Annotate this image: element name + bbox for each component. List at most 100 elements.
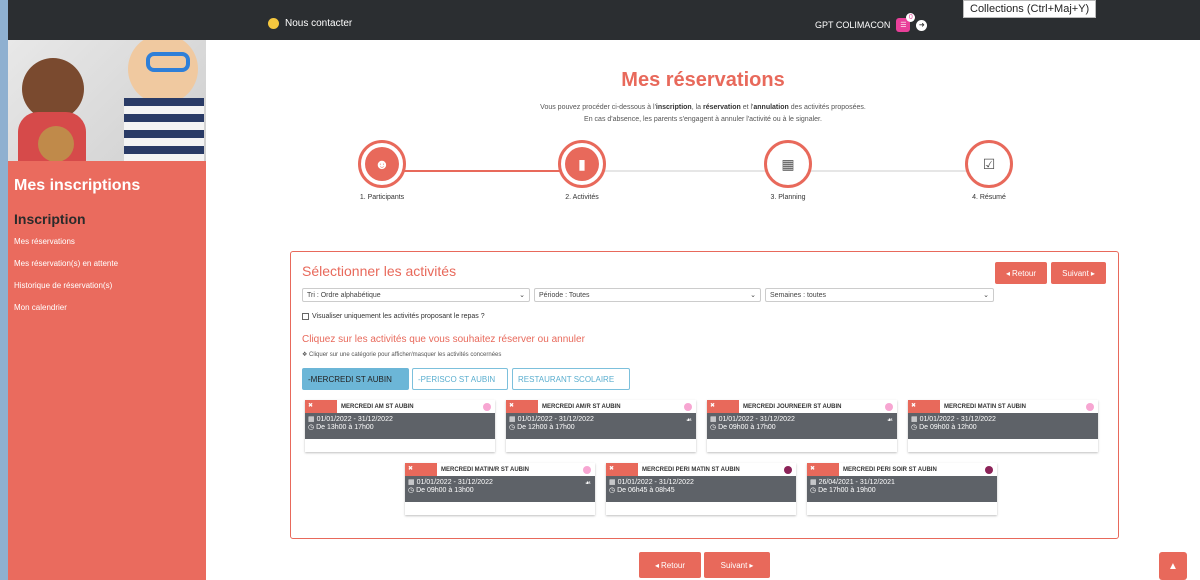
category-perisco[interactable]: -PERISCO ST AUBIN <box>412 368 508 390</box>
sort-select[interactable]: Tri : Ordre alphabétique ⌄ <box>302 288 530 302</box>
cart-icon[interactable]: ☰ 0 <box>896 13 916 32</box>
activity-name: MERCREDI AM/R ST AUBIN <box>542 403 621 410</box>
status-icon: ✖ <box>807 463 839 476</box>
check-square-icon: ☑ <box>972 147 1006 181</box>
checkbox-icon <box>302 313 309 320</box>
status-icon: ✖ <box>908 400 940 413</box>
intro-line-2: En cas d'absence, les parents s'engagent… <box>584 116 822 123</box>
activity-dates: ▦ 01/01/2022 - 31/12/2022 <box>609 479 694 486</box>
activity-dates: ▦ 26/04/2021 - 31/12/2021 <box>810 479 895 486</box>
status-icon: ✖ <box>305 400 337 413</box>
step-planning[interactable]: ▦ 3. Planning <box>758 140 818 201</box>
step-activites[interactable]: ▮ 2. Activités <box>552 140 612 201</box>
logout-icon[interactable]: ➜ <box>916 19 928 31</box>
footer-back-button[interactable]: ◂ Retour <box>639 552 701 578</box>
activity-hours: ◷ De 06h45 à 08h45 <box>609 487 675 494</box>
activity-hours: ◷ De 17h00 à 19h00 <box>810 487 876 494</box>
activity-name: MERCREDI PERI MATIN ST AUBIN <box>642 466 740 473</box>
activity-hours: ◷ De 13h00 à 17h00 <box>308 424 374 431</box>
activity-name: MERCREDI AM ST AUBIN <box>341 403 414 410</box>
step-label: 2. Activités <box>565 194 599 201</box>
chevron-down-icon: ⌄ <box>750 292 756 299</box>
meal-icon: ☙ <box>886 417 893 424</box>
activity-card[interactable]: ✖ MERCREDI JOURNEE/R ST AUBIN ▦ 01/01/2022… <box>707 400 897 452</box>
sidebar: Mes inscriptions Inscription Mes réserva… <box>8 40 206 580</box>
sidebar-item-pending[interactable]: Mes réservation(s) en attente <box>14 259 118 268</box>
user-name: GPT COLIMACON <box>815 20 891 30</box>
contact-link[interactable]: Nous contacter <box>268 18 352 29</box>
status-icon: ✖ <box>506 400 538 413</box>
activity-name: MERCREDI MATIN/R ST AUBIN <box>441 466 529 473</box>
activity-hours: ◷ De 09h00 à 13h00 <box>408 487 474 494</box>
status-icon: ✖ <box>707 400 739 413</box>
activity-dates: ▦ 01/01/2022 - 31/12/2022 <box>509 416 594 423</box>
color-dot-icon <box>483 403 491 411</box>
color-dot-icon <box>1086 403 1094 411</box>
status-icon: ✖ <box>405 463 437 476</box>
next-button[interactable]: Suivant ▸ <box>1051 262 1106 284</box>
activity-dates: ▦ 01/01/2022 - 31/12/2022 <box>308 416 393 423</box>
sidebar-item-history[interactable]: Historique de réservation(s) <box>14 281 112 290</box>
activity-dates: ▦ 01/01/2022 - 31/12/2022 <box>408 479 493 486</box>
activity-card[interactable]: ✖ MERCREDI AM ST AUBIN ▦ 01/01/2022 - 31/1… <box>305 400 495 452</box>
page-title: Mes réservations <box>621 69 785 91</box>
color-dot-icon <box>684 403 692 411</box>
step-label: 4. Résumé <box>972 194 1006 201</box>
activity-name: MERCREDI JOURNEE/R ST AUBIN <box>743 403 842 410</box>
step-label: 1. Participants <box>359 194 405 201</box>
browser-tooltip: Collections (Ctrl+Maj+Y) <box>963 0 1097 18</box>
meal-icon: ☙ <box>685 417 692 424</box>
activity-card[interactable]: ✖ MERCREDI PERI SOIR ST AUBIN ▦ 26/04/2021… <box>807 463 997 515</box>
instructions-title: Cliquez sur les activités que vous souha… <box>302 334 585 345</box>
banner-photo <box>8 40 206 161</box>
meal-filter-checkbox[interactable]: Visualiser uniquement les activités prop… <box>302 313 485 320</box>
scroll-top-button[interactable]: ▲ <box>1159 552 1187 580</box>
activity-card[interactable]: ✖ MERCREDI MATIN/R ST AUBIN ▦ 01/01/2022 -… <box>405 463 595 515</box>
color-dot-icon <box>985 466 993 474</box>
activity-name: MERCREDI MATIN ST AUBIN <box>944 403 1026 410</box>
category-mercredi[interactable]: -MERCREDI ST AUBIN <box>302 368 409 390</box>
category-restaurant[interactable]: RESTAURANT SCOLAIRE <box>512 368 630 390</box>
top-bar: Nous contacter GPT COLIMACON ☰ 0 ➜ Collec… <box>0 0 1200 40</box>
activities-panel: Sélectionner les activités ◂ Retour Suiva… <box>290 251 1119 539</box>
activity-card[interactable]: ✖ MERCREDI MATIN ST AUBIN ▦ 01/01/2022 - 3… <box>908 400 1098 452</box>
intro-line-1: Vous pouvez procéder ci-dessous à l'insc… <box>540 104 866 111</box>
activity-name: MERCREDI PERI SOIR ST AUBIN <box>843 466 937 473</box>
back-button[interactable]: ◂ Retour <box>995 262 1047 284</box>
color-dot-icon <box>885 403 893 411</box>
activity-card[interactable]: ✖ MERCREDI PERI MATIN ST AUBIN ▦ 01/01/202… <box>606 463 796 515</box>
notification-count: 0 <box>906 13 916 22</box>
window-edge <box>0 0 8 580</box>
chevron-down-icon: ⌄ <box>519 292 525 299</box>
sidebar-title: Mes inscriptions <box>14 177 141 194</box>
sidebar-item-calendar[interactable]: Mon calendrier <box>14 303 67 312</box>
chat-bubble-icon <box>268 18 279 29</box>
color-dot-icon <box>784 466 792 474</box>
period-select[interactable]: Période : Toutes ⌄ <box>534 288 761 302</box>
category-hint: ❖ Cliquer sur une catégorie pour affiche… <box>302 352 502 358</box>
weeks-select[interactable]: Semaines : toutes ⌄ <box>765 288 994 302</box>
sidebar-item-reservations[interactable]: Mes réservations <box>14 237 75 246</box>
activity-dates: ▦ 01/01/2022 - 31/12/2022 <box>710 416 795 423</box>
step-participants[interactable]: ☻ 1. Participants <box>352 140 412 201</box>
chevron-down-icon: ⌄ <box>983 292 989 299</box>
panel-title: Sélectionner les activités <box>302 263 457 279</box>
activity-hours: ◷ De 12h00 à 17h00 <box>509 424 575 431</box>
user-menu[interactable]: GPT COLIMACON ☰ 0 ➜ <box>815 13 928 32</box>
activity-hours: ◷ De 09h00 à 17h00 <box>710 424 776 431</box>
users-icon: ☻ <box>365 147 399 181</box>
status-icon: ✖ <box>606 463 638 476</box>
contact-label: Nous contacter <box>285 18 353 29</box>
step-resume[interactable]: ☑ 4. Résumé <box>959 140 1019 201</box>
step-label: 3. Planning <box>770 194 806 201</box>
main-content: Mes réservations Vous pouvez procéder ci… <box>206 40 1200 580</box>
sidebar-subtitle: Inscription <box>14 211 86 227</box>
calendar-icon: ▦ <box>771 147 805 181</box>
activity-dates: ▦ 01/01/2022 - 31/12/2022 <box>911 416 996 423</box>
footer-next-button[interactable]: Suivant ▸ <box>704 552 770 578</box>
activity-hours: ◷ De 09h00 à 12h00 <box>911 424 977 431</box>
book-icon: ▮ <box>565 147 599 181</box>
meal-icon: ☙ <box>584 480 591 487</box>
activity-card[interactable]: ✖ MERCREDI AM/R ST AUBIN ▦ 01/01/2022 - 31… <box>506 400 696 452</box>
color-dot-icon <box>583 466 591 474</box>
